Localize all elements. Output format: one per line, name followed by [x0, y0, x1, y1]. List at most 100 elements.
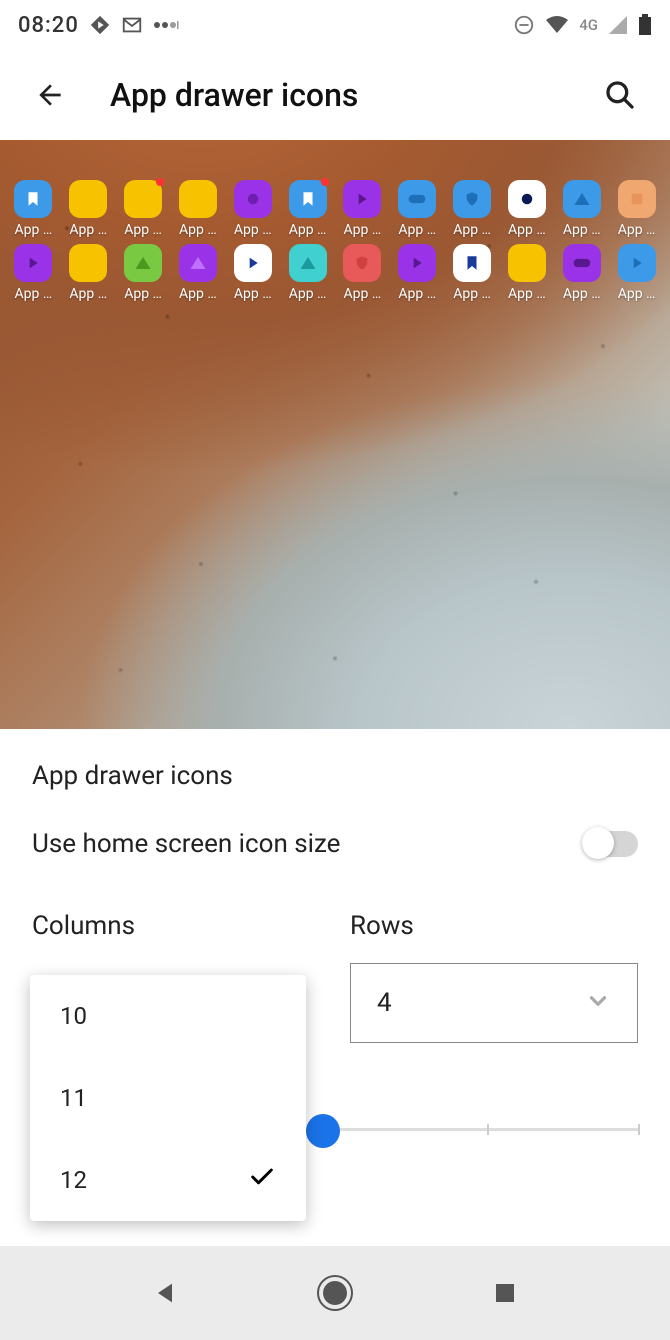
notification-badge [321, 178, 329, 186]
slider-thumb[interactable] [306, 1114, 340, 1148]
app-label: App … [284, 222, 332, 238]
app-icon [398, 244, 436, 282]
app-icon-cell: App … [280, 180, 335, 238]
app-label: App … [503, 222, 551, 238]
app-label: App … [338, 222, 386, 238]
option-value: 12 [60, 1166, 87, 1194]
nav-home-button[interactable] [305, 1263, 365, 1323]
app-icon-cell: App … [609, 180, 664, 238]
app-icon-cell: App … [225, 180, 280, 238]
app-icon [69, 244, 107, 282]
wifi-icon [545, 15, 569, 35]
app-icon [618, 244, 656, 282]
columns-label: Columns [32, 911, 320, 941]
app-bar: App drawer icons [0, 50, 670, 140]
app-icon-cell: App … [445, 244, 500, 302]
slider-tick [638, 1124, 640, 1135]
rows-select[interactable]: 4 [350, 963, 638, 1043]
app-icon-cell: App … [6, 180, 61, 238]
slider-tick [487, 1124, 489, 1135]
network-label: 4G [579, 16, 598, 34]
app-icon-cell: App … [499, 244, 554, 302]
status-bar: 08:20 4G [0, 0, 670, 50]
columns-option[interactable]: 12 [30, 1139, 306, 1221]
app-icon [124, 244, 162, 282]
search-button[interactable] [600, 75, 640, 115]
signal-icon [608, 15, 628, 35]
icon-size-toggle[interactable] [582, 831, 638, 857]
app-label: App … [229, 286, 277, 302]
app-label: App … [284, 286, 332, 302]
mail-icon [121, 14, 143, 36]
section-title: App drawer icons [32, 761, 638, 791]
check-icon [248, 1163, 276, 1197]
back-button[interactable] [30, 75, 70, 115]
app-label: App … [558, 286, 606, 302]
app-grid: App …App …App …App …App …App …App …App …… [0, 180, 670, 302]
app-icon [343, 180, 381, 218]
switch-thumb [582, 827, 614, 859]
nav-back-button[interactable] [135, 1263, 195, 1323]
option-value: 10 [60, 1002, 87, 1030]
app-icon-cell: App … [499, 180, 554, 238]
app-icon [289, 244, 327, 282]
app-label: App … [64, 222, 112, 238]
app-icon-cell: App … [225, 244, 280, 302]
app-icon-cell: App … [390, 244, 445, 302]
columns-option[interactable]: 10 [30, 975, 306, 1057]
app-icon [124, 180, 162, 218]
app-icon [508, 244, 546, 282]
rows-value: 4 [377, 988, 392, 1018]
app-icon-cell: App … [335, 244, 390, 302]
app-icon [14, 244, 52, 282]
battery-icon [638, 14, 652, 36]
app-label: App … [503, 286, 551, 302]
app-icon [234, 244, 272, 282]
app-label: App … [393, 286, 441, 302]
app-icon-cell: App … [390, 180, 445, 238]
diamond-icon [89, 14, 111, 36]
app-icon [179, 244, 217, 282]
more-icon [153, 20, 179, 30]
app-label: App … [229, 222, 277, 238]
app-icon-cell: App … [554, 244, 609, 302]
app-icon [398, 180, 436, 218]
app-icon-cell: App … [170, 244, 225, 302]
columns-dropdown[interactable]: 10 11 12 [30, 975, 306, 1221]
app-icon-cell: App … [445, 180, 500, 238]
notification-badge [156, 178, 164, 186]
app-label: App … [448, 286, 496, 302]
app-label: App … [558, 222, 606, 238]
app-icon-cell: App … [335, 180, 390, 238]
app-label: App … [448, 222, 496, 238]
app-label: App … [9, 222, 57, 238]
app-icon [289, 180, 327, 218]
rows-label: Rows [350, 911, 638, 941]
app-label: App … [9, 286, 57, 302]
nav-recents-button[interactable] [475, 1263, 535, 1323]
app-icon [563, 244, 601, 282]
app-icon [453, 244, 491, 282]
app-icon-cell: App … [170, 180, 225, 238]
app-icon [343, 244, 381, 282]
app-icon [618, 180, 656, 218]
app-label: App … [613, 222, 661, 238]
app-label: App … [338, 286, 386, 302]
app-icon-cell: App … [609, 244, 664, 302]
app-label: App … [393, 222, 441, 238]
app-icon-cell: App … [116, 244, 171, 302]
columns-option[interactable]: 11 [30, 1057, 306, 1139]
app-label: App … [119, 286, 167, 302]
app-label: App … [64, 286, 112, 302]
app-icon [234, 180, 272, 218]
preview-area: App …App …App …App …App …App …App …App …… [0, 140, 670, 729]
app-icon-cell: App … [280, 244, 335, 302]
app-icon [563, 180, 601, 218]
app-label: App … [613, 286, 661, 302]
app-label: App … [119, 222, 167, 238]
chevron-down-icon [585, 988, 611, 1018]
app-icon [453, 180, 491, 218]
navigation-bar [0, 1246, 670, 1340]
app-label: App … [174, 286, 222, 302]
page-title: App drawer icons [110, 76, 560, 114]
